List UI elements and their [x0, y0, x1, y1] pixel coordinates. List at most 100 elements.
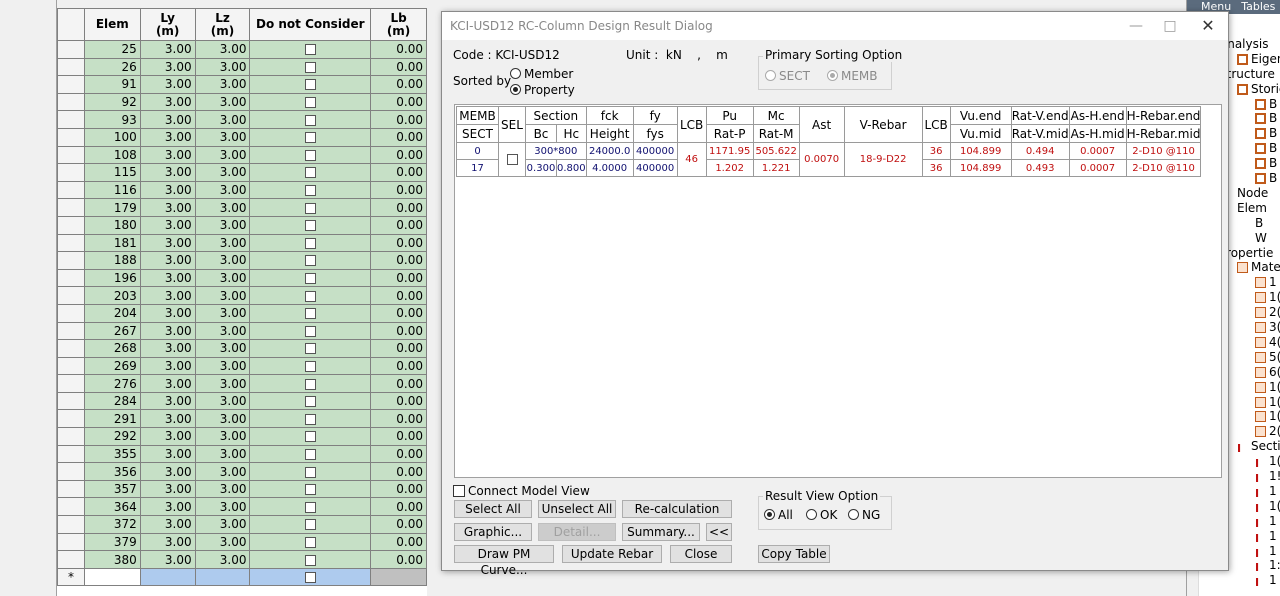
cell-ly[interactable]: 3.00 — [139, 391, 196, 411]
tree-item[interactable]: B — [1255, 171, 1277, 186]
col-section[interactable]: Section — [525, 106, 587, 125]
cell-lz[interactable]: 3.00 — [194, 198, 251, 217]
cell-lz[interactable]: 3.00 — [194, 163, 251, 182]
cell-do-not-consider[interactable] — [249, 409, 372, 429]
cell-elem[interactable]: 116 — [83, 180, 141, 200]
do-not-consider-checkbox[interactable] — [304, 396, 316, 408]
detail-button[interactable]: Detail... — [538, 523, 616, 541]
do-not-consider-checkbox[interactable] — [304, 114, 316, 126]
cell-lz[interactable]: 3.00 — [194, 321, 251, 341]
cell-ly[interactable]: 3.00 — [139, 145, 196, 165]
col-mc[interactable]: Mc — [752, 106, 800, 125]
cell-do-not-consider[interactable] — [249, 356, 372, 376]
cell-do-not-consider[interactable] — [249, 92, 372, 112]
cell-do-not-consider[interactable] — [249, 374, 372, 393]
cell-ly[interactable]: 3.00 — [139, 92, 196, 112]
cell-ly[interactable]: 3.00 — [139, 233, 196, 253]
cell-lz[interactable]: 3.00 — [194, 550, 251, 569]
col-h-rebar-end[interactable]: H-Rebar.end — [1125, 106, 1202, 125]
cell-elem[interactable]: 269 — [83, 356, 141, 376]
recalculation-button[interactable]: Re-calculation — [622, 500, 732, 518]
tree-item[interactable]: B — [1255, 141, 1277, 156]
cell-lz[interactable]: 3.00 — [194, 427, 251, 446]
cell-do-not-consider[interactable] — [249, 215, 372, 235]
cell-lb[interactable]: 0.00 — [370, 321, 427, 341]
col-hc[interactable]: Hc — [556, 124, 587, 143]
tree-item[interactable]: B — [1255, 126, 1277, 141]
cell-lb[interactable]: 0.00 — [370, 444, 427, 464]
cell-lz[interactable]: 3.00 — [194, 303, 251, 323]
row-header[interactable] — [57, 532, 85, 552]
do-not-consider-checkbox[interactable] — [304, 290, 316, 302]
do-not-consider-checkbox[interactable] — [304, 237, 316, 249]
cell-lb[interactable] — [370, 567, 427, 587]
col-rat-v-mid[interactable]: Rat-V.mid — [1010, 124, 1070, 143]
update-rebar-button[interactable]: Update Rebar — [562, 545, 662, 563]
row-header[interactable] — [57, 356, 85, 376]
cell-ly[interactable]: 3.00 — [139, 215, 196, 235]
row-header[interactable] — [57, 444, 85, 464]
cell-lz[interactable]: 3.00 — [194, 75, 251, 94]
table-row[interactable]: 203 3.00 3.00 0.00 — [57, 286, 427, 305]
row-header[interactable] — [57, 233, 85, 253]
cell-elem[interactable]: 292 — [83, 427, 141, 446]
cell-ly[interactable]: 3.00 — [139, 479, 196, 499]
cell-elem[interactable]: 26 — [83, 57, 141, 77]
row-header[interactable] — [57, 286, 85, 305]
table-row[interactable]: 25 3.00 3.00 0.00 — [57, 40, 427, 59]
cell-do-not-consider[interactable] — [249, 462, 372, 481]
cell-do-not-consider[interactable] — [249, 550, 372, 569]
cell-ly[interactable]: 3.00 — [139, 339, 196, 358]
table-row[interactable]: 26 3.00 3.00 0.00 — [57, 57, 427, 77]
cell-do-not-consider[interactable] — [249, 198, 372, 217]
col-as-h-mid[interactable]: As-H.mid — [1068, 124, 1127, 143]
cell-lz[interactable]: 3.00 — [194, 268, 251, 288]
table-row[interactable]: 181 3.00 3.00 0.00 — [57, 233, 427, 253]
row-header[interactable] — [57, 92, 85, 112]
tree-item[interactable]: I 1( — [1255, 454, 1280, 470]
table-row[interactable]: 204 3.00 3.00 0.00 — [57, 303, 427, 323]
tree-item[interactable]: 2( — [1255, 424, 1280, 439]
select-all-button[interactable]: Select All — [454, 500, 532, 518]
cell-ly[interactable] — [139, 567, 196, 587]
dialog-title-bar[interactable]: KCI-USD12 RC-Column Design Result Dialog… — [442, 12, 1228, 40]
row-header[interactable] — [57, 321, 85, 341]
cell-elem[interactable]: 115 — [83, 163, 141, 182]
cell-elem[interactable]: 357 — [83, 479, 141, 499]
cell-lz[interactable]: 3.00 — [194, 92, 251, 112]
col-header-elem[interactable]: Elem — [83, 8, 141, 41]
cell-lb[interactable]: 0.00 — [370, 215, 427, 235]
cell-elem[interactable]: 180 — [83, 215, 141, 235]
cell-ly[interactable]: 3.00 — [139, 127, 196, 147]
table-row[interactable]: 115 3.00 3.00 0.00 — [57, 163, 427, 182]
cell-lz[interactable]: 3.00 — [194, 462, 251, 481]
table-row[interactable]: 188 3.00 3.00 0.00 — [57, 251, 427, 270]
do-not-consider-checkbox[interactable] — [304, 378, 316, 390]
do-not-consider-checkbox[interactable] — [304, 343, 316, 355]
cell-ly[interactable]: 3.00 — [139, 40, 196, 59]
row-header[interactable] — [57, 75, 85, 94]
col-v-rebar[interactable]: V-Rebar — [843, 106, 923, 143]
col-h-rebar-mid[interactable]: H-Rebar.mid — [1125, 124, 1202, 143]
do-not-consider-checkbox[interactable] — [304, 360, 316, 372]
cell-ly[interactable]: 3.00 — [139, 198, 196, 217]
cell-ly[interactable]: 3.00 — [139, 321, 196, 341]
cell-lb[interactable]: 0.00 — [370, 462, 427, 481]
do-not-consider-checkbox[interactable] — [304, 325, 316, 337]
row-header[interactable] — [57, 198, 85, 217]
table-row[interactable]: 108 3.00 3.00 0.00 — [57, 145, 427, 165]
cell-ly[interactable]: 3.00 — [139, 427, 196, 446]
cell-sel[interactable] — [498, 142, 526, 177]
cell-elem[interactable]: 355 — [83, 444, 141, 464]
cell-do-not-consider[interactable] — [249, 57, 372, 77]
do-not-consider-checkbox[interactable] — [304, 255, 316, 267]
do-not-consider-checkbox[interactable] — [304, 167, 316, 179]
cell-do-not-consider[interactable] — [249, 286, 372, 305]
tree-item[interactable]: 2( — [1255, 305, 1280, 320]
cell-lz[interactable]: 3.00 — [194, 127, 251, 147]
cell-lz[interactable]: 3.00 — [194, 251, 251, 270]
cell-ly[interactable]: 3.00 — [139, 75, 196, 94]
do-not-consider-checkbox[interactable] — [304, 202, 316, 214]
col-lcb[interactable]: LCB — [676, 106, 707, 143]
cell-ly[interactable]: 3.00 — [139, 110, 196, 129]
